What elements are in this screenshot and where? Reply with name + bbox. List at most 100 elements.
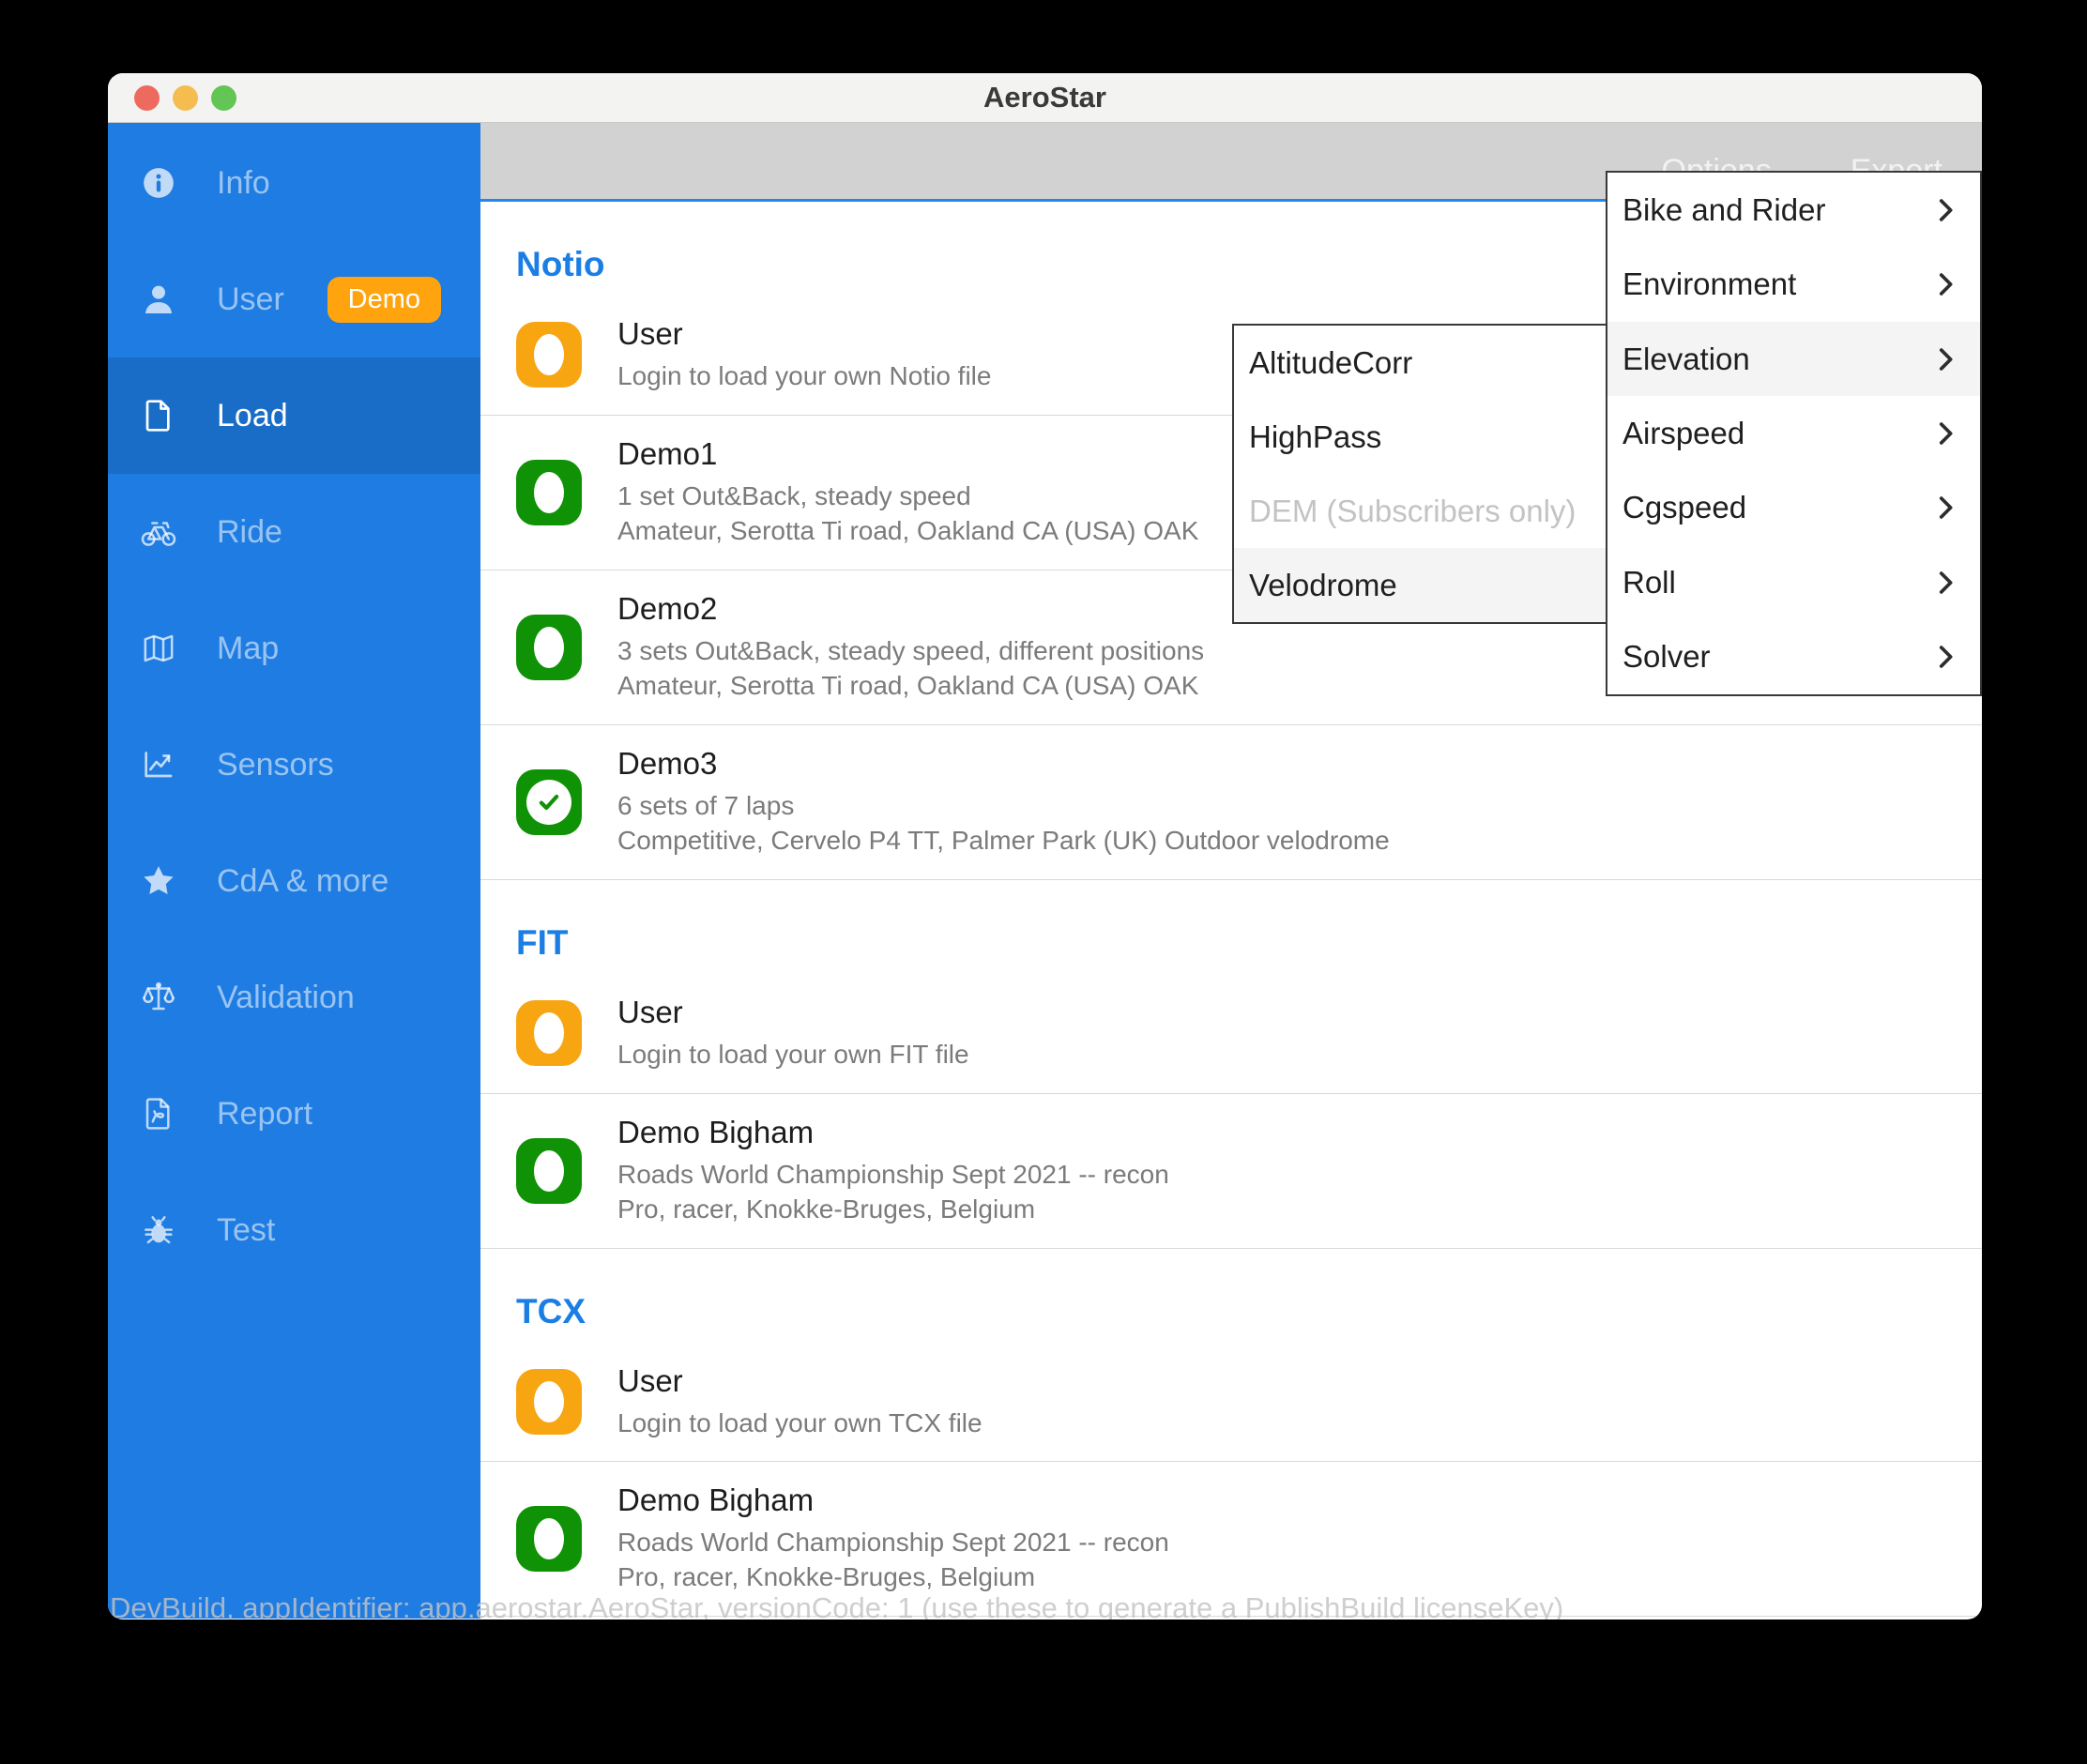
chevron-right-icon (1929, 268, 1961, 300)
item-title: User (617, 316, 683, 351)
record-dot (534, 1012, 564, 1055)
submenu-item-altitudecorr[interactable]: AltitudeCorr (1234, 326, 1606, 400)
sidebar-item-label: Ride (217, 513, 282, 550)
item-title: Demo Bigham (617, 1114, 815, 1149)
chevron-right-icon (1929, 641, 1961, 673)
list-item[interactable]: User Login to load your own FIT file (480, 974, 1982, 1094)
sidebar-item-label: Test (217, 1211, 276, 1248)
orange-record-icon (516, 1000, 582, 1067)
menu-item-elevation[interactable]: Elevation (1607, 321, 1980, 397)
sidebar-item-validation[interactable]: Validation (108, 939, 480, 1056)
orange-record-icon (516, 1369, 582, 1435)
sidebar-item-label: CdA & more (217, 862, 389, 899)
submenu-item-velodrome[interactable]: Velodrome (1234, 548, 1606, 622)
sidebar-item-test[interactable]: Test (108, 1172, 480, 1288)
item-subtitle: 3 sets Out&Back, steady speed, different… (617, 635, 1205, 665)
menu-item-solver[interactable]: Solver (1607, 620, 1980, 694)
record-dot (534, 334, 564, 376)
document-icon (138, 395, 179, 436)
item-title: Demo Bigham (617, 1483, 815, 1518)
item-subtitle: Login to load your own TCX file (617, 1407, 983, 1437)
submenu-item-dem: DEM (Subscribers only) (1234, 474, 1606, 548)
sidebar-item-cda[interactable]: CdA & more (108, 823, 480, 939)
bug-icon (138, 1209, 179, 1251)
close-window-button[interactable] (134, 84, 160, 111)
orange-record-icon (516, 322, 582, 388)
item-subtitle: Roads World Championship Sept 2021 -- re… (617, 1159, 1169, 1189)
menu-item-label: Environment (1622, 266, 1797, 302)
zoom-window-button[interactable] (211, 84, 236, 111)
map-icon (138, 628, 179, 669)
green-check-icon (516, 768, 582, 835)
record-dot (534, 1381, 564, 1422)
sidebar-item-label: Map (217, 630, 280, 666)
menu-item-label: Solver (1622, 639, 1711, 675)
star-icon (138, 860, 179, 902)
menu-item-cgspeed[interactable]: Cgspeed (1607, 471, 1980, 545)
chevron-right-icon (1929, 343, 1961, 375)
sidebar-item-map[interactable]: Map (108, 590, 480, 707)
record-dot (534, 471, 564, 513)
item-subtitle: Amateur, Serotta Ti road, Oakland CA (US… (617, 670, 1199, 700)
sidebar: Info User Demo Load Ride Map Sensors CdA… (108, 123, 480, 1619)
item-subtitle: Pro, racer, Knokke-Bruges, Belgium (617, 1194, 1036, 1224)
user-icon (138, 279, 179, 320)
chevron-right-icon (1929, 567, 1961, 599)
menu-item-label: DEM (Subscribers only) (1249, 493, 1577, 528)
elevation-submenu: AltitudeCorr HighPass DEM (Subscribers o… (1232, 324, 1607, 624)
item-subtitle: 1 set Out&Back, steady speed (617, 480, 971, 510)
green-record-icon (516, 614, 582, 680)
list-item[interactable]: Demo Bigham Roads World Championship Sep… (480, 1094, 1982, 1249)
window-controls (134, 73, 236, 122)
menu-item-roll[interactable]: Roll (1607, 545, 1980, 619)
sidebar-item-sensors[interactable]: Sensors (108, 707, 480, 823)
record-dot (534, 626, 564, 668)
menu-item-label: Bike and Rider (1622, 191, 1826, 227)
sidebar-item-load[interactable]: Load (108, 357, 480, 474)
file-pdf-icon (138, 1093, 179, 1134)
menu-item-label: Airspeed (1622, 415, 1745, 450)
sidebar-item-user[interactable]: User Demo (108, 241, 480, 357)
section-title-tcx: TCX (516, 1291, 586, 1331)
menu-item-airspeed[interactable]: Airspeed (1607, 396, 1980, 470)
menu-item-environment[interactable]: Environment (1607, 247, 1980, 321)
submenu-item-highpass[interactable]: HighPass (1234, 400, 1606, 474)
sidebar-item-label: Sensors (217, 746, 334, 783)
chevron-right-icon (1929, 492, 1961, 524)
list-item[interactable]: User Login to load your own TCX file (480, 1343, 1982, 1463)
item-title: User (617, 1362, 683, 1398)
sidebar-item-label: Load (217, 397, 288, 433)
menu-item-bike-and-rider[interactable]: Bike and Rider (1607, 173, 1980, 247)
sidebar-item-report[interactable]: Report (108, 1056, 480, 1172)
sidebar-item-ride[interactable]: Ride (108, 474, 480, 590)
sidebar-item-label: Info (217, 164, 270, 201)
green-record-icon (516, 1137, 582, 1204)
item-title: User (617, 994, 683, 1029)
item-subtitle: Competitive, Cervelo P4 TT, Palmer Park … (617, 825, 1390, 855)
item-subtitle: Login to load your own FIT file (617, 1039, 969, 1069)
record-dot (534, 1518, 564, 1560)
item-title: Demo3 (617, 745, 718, 781)
screen: AeroStar Info User Demo Load Ride Map Se… (0, 0, 2087, 1764)
sidebar-item-label: Report (217, 1095, 313, 1132)
item-subtitle: Amateur, Serotta Ti road, Oakland CA (US… (617, 515, 1199, 545)
item-subtitle: 6 sets of 7 laps (617, 790, 795, 820)
sidebar-item-label: Validation (217, 979, 355, 1015)
minimize-window-button[interactable] (173, 84, 198, 111)
menu-item-label: HighPass (1249, 418, 1382, 454)
menu-item-label: Velodrome (1249, 567, 1397, 602)
green-record-icon (516, 1506, 582, 1573)
scale-icon (138, 977, 179, 1018)
menu-item-label: Cgspeed (1622, 490, 1747, 525)
sidebar-item-info[interactable]: Info (108, 125, 480, 241)
bicycle-icon (138, 511, 179, 553)
record-dot (534, 1149, 564, 1192)
check-circle (526, 779, 571, 825)
app-window: AeroStar Info User Demo Load Ride Map Se… (108, 73, 1982, 1620)
item-subtitle: Login to load your own Notio file (617, 361, 992, 390)
list-item[interactable]: Demo3 6 sets of 7 laps Competitive, Cerv… (480, 725, 1982, 880)
options-menu: Bike and Rider Environment Elevation Air… (1606, 171, 1982, 696)
title-bar: AeroStar (108, 73, 1982, 123)
menu-item-label: AltitudeCorr (1249, 344, 1413, 380)
chevron-right-icon (1929, 194, 1961, 226)
